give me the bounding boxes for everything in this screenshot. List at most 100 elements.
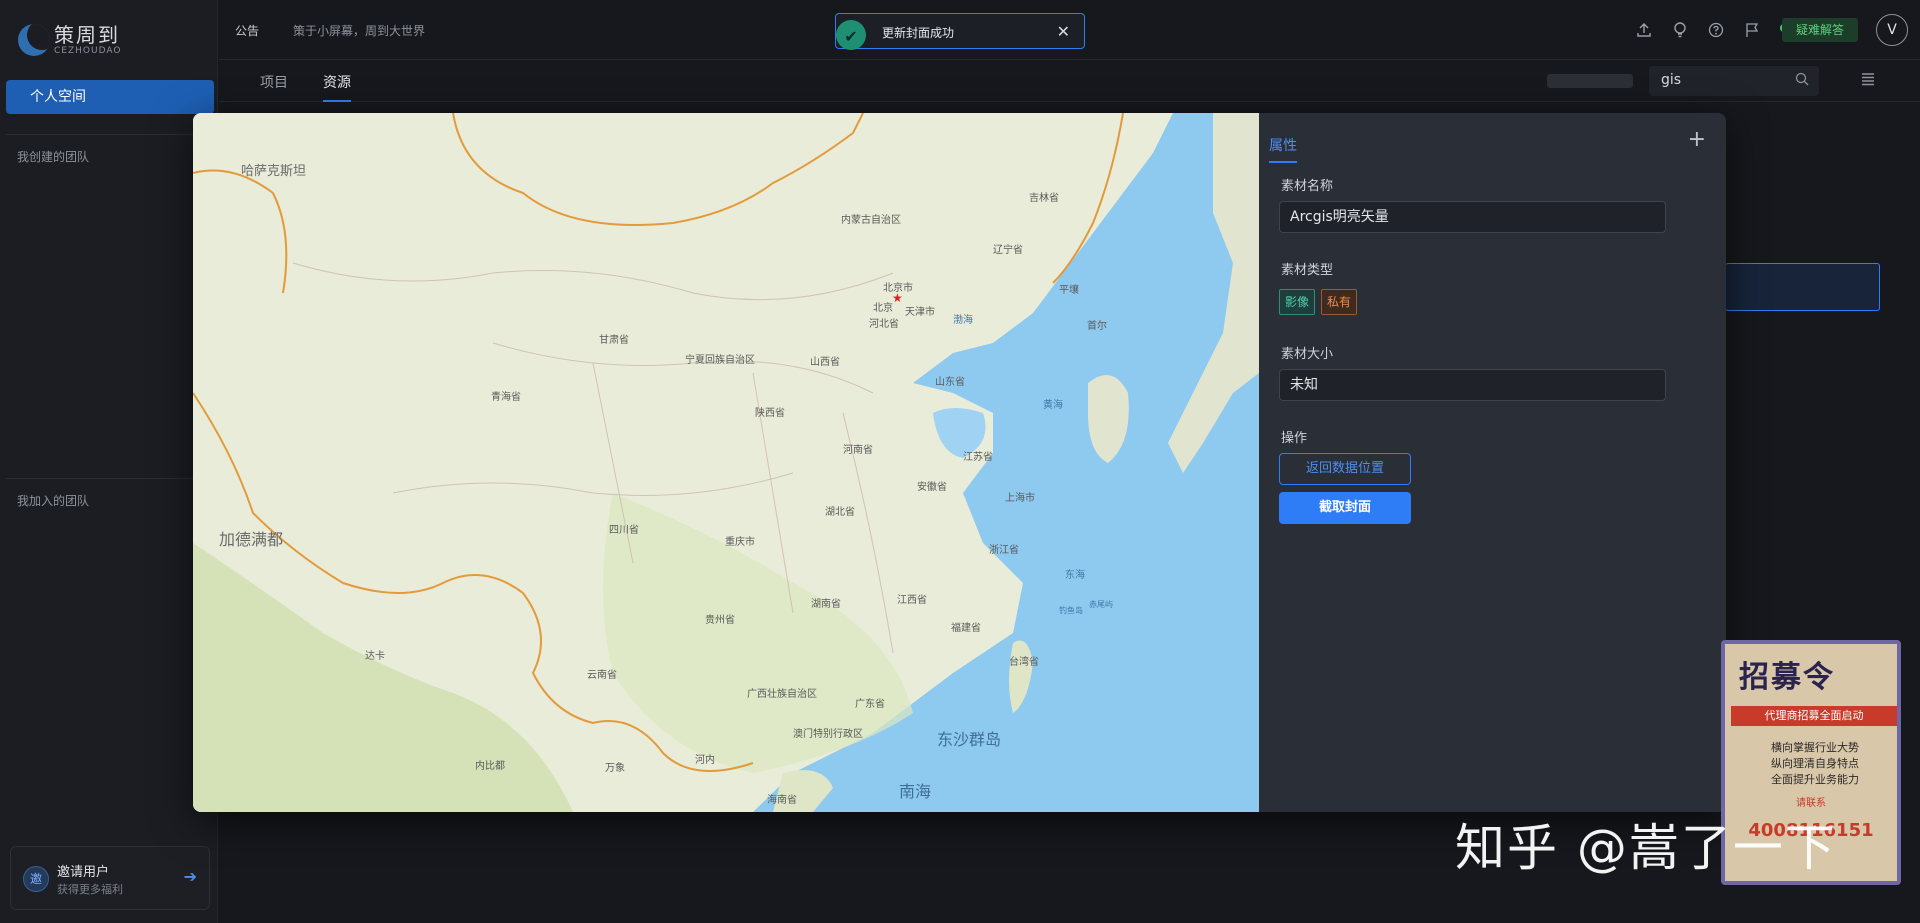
user-avatar[interactable]: V <box>1876 14 1908 46</box>
map-label: 平壤 <box>1059 283 1079 296</box>
map-label: 哈萨克斯坦 <box>241 164 306 179</box>
map-label: 重庆市 <box>725 535 755 548</box>
logo-name: 策周到 <box>54 23 120 47</box>
capture-cover-button[interactable]: 截取封面 <box>1279 492 1411 524</box>
map-label: 河北省 <box>869 317 899 330</box>
size-field[interactable]: 未知 <box>1279 369 1666 401</box>
map-label: 南海 <box>899 782 931 801</box>
tabs-row: 项目 资源 <box>219 60 1920 102</box>
close-icon[interactable]: ✕ <box>1057 22 1070 41</box>
name-field[interactable]: Arcgis明亮矢量 <box>1279 201 1666 233</box>
notice-text: 策于小屏幕，周到大世界 <box>293 24 426 38</box>
map-preview[interactable]: ★ 内蒙古自治区 北京市 北京 天津市 河北省 甘肃省 宁夏回族自治区 山西省 … <box>193 113 1259 812</box>
selected-resource-card[interactable] <box>1725 263 1880 311</box>
close-icon[interactable]: + <box>1688 127 1706 152</box>
active-tab-indicator <box>1269 161 1297 163</box>
map-label: 东海 <box>1065 568 1085 581</box>
map-label: 广西壮族自治区 <box>747 687 817 700</box>
map-label: 福建省 <box>951 621 981 634</box>
search-icon[interactable] <box>1795 72 1809 90</box>
map-label: 河内 <box>695 753 715 766</box>
poster-contact: 请联系 <box>1796 798 1826 809</box>
tab-properties[interactable]: 属性 <box>1269 135 1297 155</box>
arrow-right-icon[interactable]: ➔ <box>184 867 197 886</box>
sidebar: 策周到 CEZHOUDAO 个人空间 我创建的团队 我加入的团队 邀 邀请用户 … <box>0 0 218 923</box>
logo-subname: CEZHOUDAO <box>54 46 122 56</box>
map-label: 赤尾屿 <box>1089 600 1113 609</box>
logo[interactable]: 策周到 CEZHOUDAO <box>18 20 121 60</box>
type-tag-image: 影像 <box>1279 289 1316 315</box>
personal-space-button[interactable]: 个人空间 <box>6 80 214 114</box>
map-label: 渤海 <box>953 313 973 326</box>
toast-message: 更新封面成功 <box>882 26 955 40</box>
map-label: 浙江省 <box>989 543 1019 556</box>
filter-control[interactable] <box>1547 74 1633 88</box>
map-label: 湖北省 <box>825 505 855 518</box>
map-label: 达卡 <box>365 649 385 662</box>
map-canvas: ★ 内蒙古自治区 北京市 北京 天津市 河北省 甘肃省 宁夏回族自治区 山西省 … <box>193 113 1259 812</box>
type-label: 素材类型 <box>1281 263 1334 278</box>
tab-projects[interactable]: 项目 <box>260 72 288 92</box>
list-icon[interactable] <box>1861 72 1875 90</box>
header-icons <box>1632 18 1800 42</box>
created-teams-heading: 我创建的团队 <box>17 150 90 164</box>
map-label: 甘肃省 <box>599 333 629 346</box>
map-label: 内比都 <box>475 759 505 772</box>
map-label: 台湾省 <box>1009 655 1039 668</box>
map-label: 天津市 <box>905 305 935 318</box>
notice-tag[interactable]: 公告 <box>235 22 259 39</box>
map-label: 东沙群岛 <box>937 730 1001 749</box>
map-label: 上海市 <box>1005 491 1035 504</box>
type-tag-private: 私有 <box>1321 289 1358 315</box>
map-label: 山东省 <box>935 375 965 388</box>
active-tab-indicator <box>323 100 351 102</box>
map-label: 万象 <box>605 762 625 774</box>
map-label: 江苏省 <box>963 450 993 463</box>
map-label: 吉林省 <box>1029 191 1059 204</box>
map-label: 安徽省 <box>917 480 947 493</box>
search-input[interactable] <box>1661 72 1781 88</box>
map-label: 江西省 <box>897 593 927 606</box>
map-label: 广东省 <box>855 697 885 710</box>
poster-body: 横向掌握行业大势 纵向理清自身特点 全面提升业务能力 <box>1735 740 1895 788</box>
map-label: 首尔 <box>1087 319 1107 332</box>
map-label: 北京 <box>873 301 893 314</box>
actions-label: 操作 <box>1281 431 1308 446</box>
divider <box>6 478 214 479</box>
invite-title: 邀请用户 <box>57 865 110 880</box>
tab-resources[interactable]: 资源 <box>323 72 351 92</box>
map-label: 内蒙古自治区 <box>841 213 901 226</box>
map-label: 辽宁省 <box>993 243 1023 256</box>
map-label: 海南省 <box>767 793 797 806</box>
flag-icon[interactable] <box>1740 18 1764 42</box>
invite-subtitle: 获得更多福利 <box>57 883 123 896</box>
search-box[interactable] <box>1649 66 1819 96</box>
map-label: 湖南省 <box>811 597 841 610</box>
logo-icon <box>18 24 50 56</box>
properties-panel: 属性 + 素材名称 Arcgis明亮矢量 素材类型 影像 私有 素材大小 未知 … <box>1259 113 1726 812</box>
map-label: 四川省 <box>609 523 639 536</box>
map-label: 山西省 <box>810 355 840 368</box>
map-label: 陕西省 <box>755 406 785 419</box>
map-label: 北京市 <box>883 281 913 294</box>
name-label: 素材名称 <box>1281 179 1334 194</box>
poster-line: 横向掌握行业大势 <box>1771 741 1859 754</box>
map-label: 澳门特别行政区 <box>793 727 863 740</box>
map-label: 钓鱼岛 <box>1059 605 1083 615</box>
map-label: 加德满都 <box>219 530 283 549</box>
help-icon[interactable] <box>1704 18 1728 42</box>
size-label: 素材大小 <box>1281 347 1334 362</box>
poster-line: 全面提升业务能力 <box>1771 773 1859 786</box>
poster-banner: 代理商招募全面启动 <box>1731 706 1897 726</box>
success-toast: ✔ 更新封面成功 ✕ <box>835 13 1085 50</box>
check-icon: ✔ <box>836 20 866 50</box>
upload-icon[interactable] <box>1632 18 1656 42</box>
return-location-button[interactable]: 返回数据位置 <box>1279 453 1411 485</box>
divider <box>6 134 214 135</box>
qa-button[interactable]: 疑难解答 <box>1782 18 1858 42</box>
joined-teams-heading: 我加入的团队 <box>17 494 90 508</box>
poster-line: 纵向理清自身特点 <box>1771 757 1859 770</box>
map-label: 河南省 <box>843 443 873 456</box>
lightbulb-icon[interactable] <box>1668 18 1692 42</box>
invite-user-card[interactable]: 邀 邀请用户 获得更多福利 ➔ <box>10 846 210 910</box>
